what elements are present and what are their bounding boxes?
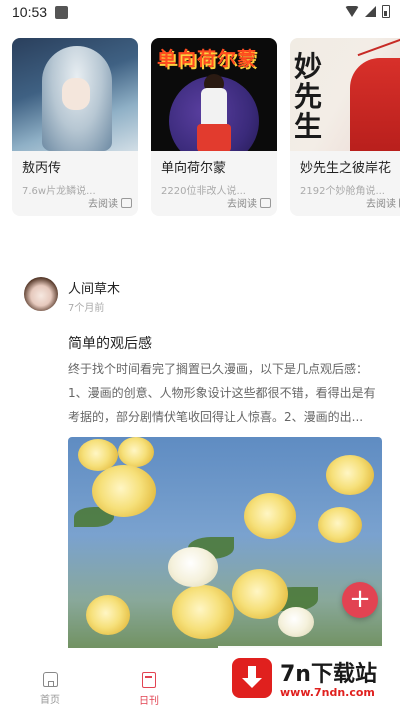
tab-home[interactable]: 首页 bbox=[20, 648, 80, 706]
book-icon bbox=[260, 197, 271, 208]
watermark-url: www.7ndn.com bbox=[280, 686, 375, 699]
battery-icon bbox=[382, 5, 390, 18]
card-title: 妙先生之彼岸花 bbox=[300, 161, 392, 176]
comic-cover-image[interactable]: 妙先生 bbox=[290, 38, 400, 151]
tab-journal-label: 日刊 bbox=[139, 696, 159, 707]
recommend-card[interactable]: 敖丙传 7.6w片龙鳞说... 去阅读 bbox=[12, 38, 138, 216]
tab-journal[interactable]: 日刊 bbox=[119, 648, 179, 707]
post-body[interactable]: 终于找个时间看完了搁置已久漫画，以下是几点观后感：1、漫画的创意、人物形象设计这… bbox=[68, 357, 384, 429]
read-button[interactable]: 去阅读 bbox=[366, 195, 400, 210]
status-icons bbox=[345, 5, 390, 18]
post-image[interactable] bbox=[68, 437, 382, 655]
home-icon bbox=[42, 672, 58, 687]
status-time: 10:53 bbox=[12, 4, 48, 20]
read-label: 去阅读 bbox=[227, 199, 257, 210]
add-post-button[interactable]: + bbox=[342, 582, 378, 618]
read-button[interactable]: 去阅读 bbox=[227, 195, 271, 210]
download-logo-icon bbox=[232, 658, 272, 698]
tab-home-label: 首页 bbox=[40, 695, 60, 706]
read-button[interactable]: 去阅读 bbox=[88, 195, 132, 210]
journal-icon bbox=[142, 672, 156, 688]
read-label: 去阅读 bbox=[366, 199, 396, 210]
book-icon bbox=[121, 197, 132, 208]
post-time: 7个月前 bbox=[68, 303, 105, 314]
signal-icon bbox=[365, 6, 376, 17]
author-name[interactable]: 人间草木 bbox=[68, 278, 120, 297]
comic-cover-image[interactable]: 单向荷尔蒙 bbox=[151, 38, 277, 151]
post-title[interactable]: 简单的观后感 bbox=[68, 333, 152, 353]
read-label: 去阅读 bbox=[88, 199, 118, 210]
wifi-icon bbox=[345, 6, 359, 17]
watermark-text: 7n下载站 bbox=[280, 662, 377, 687]
comic-cover-image[interactable] bbox=[12, 38, 138, 151]
site-watermark: 7n下载站 www.7ndn.com bbox=[218, 646, 400, 712]
card-title: 敖丙传 bbox=[22, 161, 62, 176]
card-title: 单向荷尔蒙 bbox=[161, 161, 227, 176]
recommend-carousel[interactable]: 敖丙传 7.6w片龙鳞说... 去阅读 单向荷尔蒙 单向荷尔蒙 2220位非改人… bbox=[12, 38, 400, 218]
recommend-card[interactable]: 单向荷尔蒙 单向荷尔蒙 2220位非改人说... 去阅读 bbox=[151, 38, 277, 216]
cover-title-art: 单向荷尔蒙 bbox=[157, 48, 258, 70]
status-bar: 10:53 bbox=[0, 0, 400, 24]
avatar[interactable] bbox=[24, 277, 58, 311]
recommend-card[interactable]: 妙先生 妙先生之彼岸花 2192个妙舱角说... 去阅读 bbox=[290, 38, 400, 216]
app-notification-icon bbox=[55, 5, 69, 19]
cover-title-art: 妙先生 bbox=[294, 50, 323, 143]
